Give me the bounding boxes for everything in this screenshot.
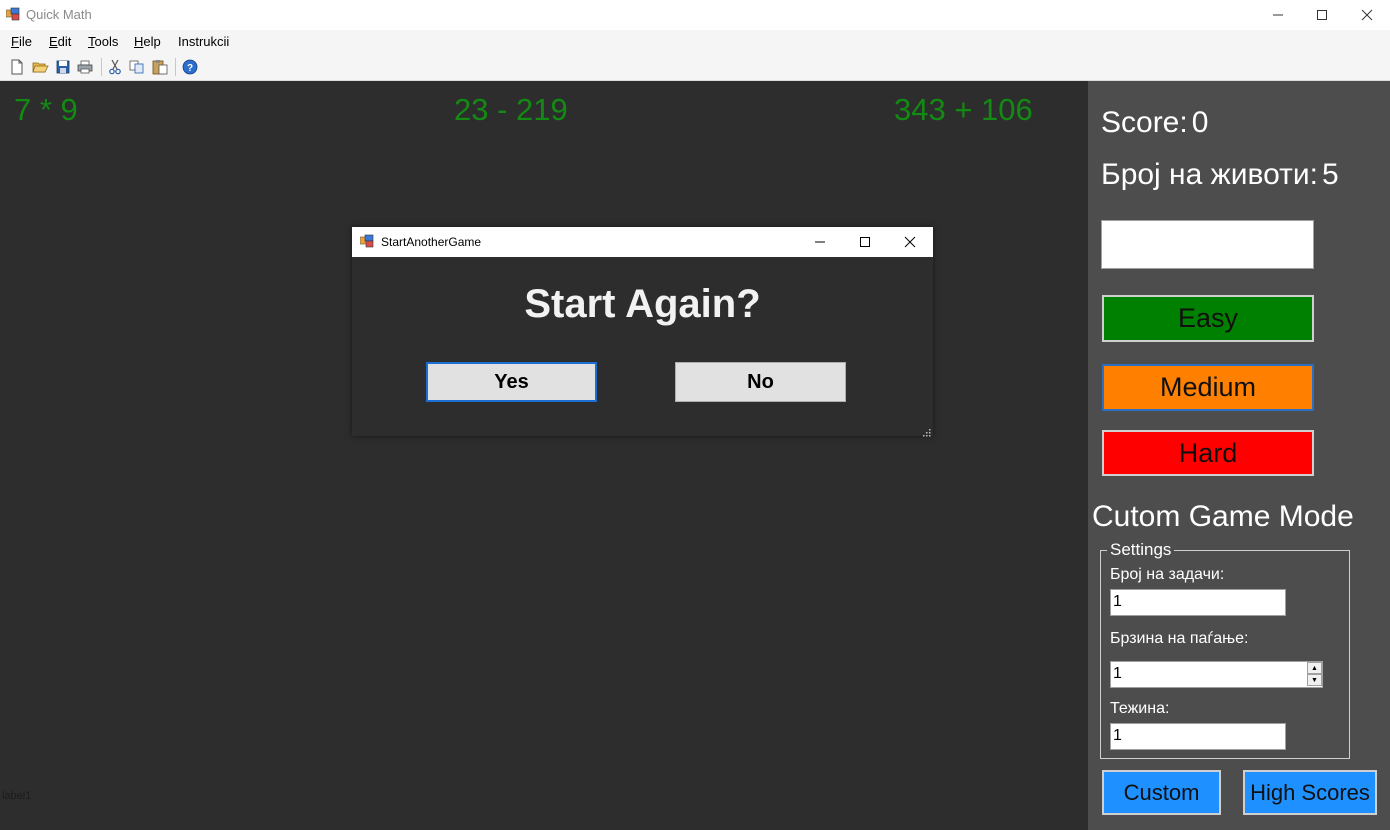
no-button[interactable]: No <box>675 362 846 402</box>
paste-icon[interactable] <box>151 58 169 76</box>
dialog-maximize-button[interactable] <box>842 227 887 257</box>
dialog-minimize-button[interactable] <box>797 227 842 257</box>
menu-edit[interactable]: Edit <box>49 34 71 49</box>
menu-instrukcii[interactable]: Instrukcii <box>178 34 229 49</box>
game-area <box>0 81 1088 830</box>
minimize-button[interactable] <box>1255 0 1301 30</box>
easy-button[interactable]: Easy <box>1102 295 1314 342</box>
stepper-up-icon[interactable]: ▲ <box>1307 662 1322 674</box>
toolbar <box>0 54 1390 81</box>
fall-speed-stepper[interactable]: 1 <box>1110 661 1323 688</box>
status-label: label1 <box>2 790 32 802</box>
cut-icon[interactable] <box>106 58 124 76</box>
tasks-count-input[interactable]: 1 <box>1110 589 1286 616</box>
maximize-icon <box>1317 10 1327 20</box>
start-another-game-dialog <box>352 227 933 436</box>
minimize-icon <box>814 241 825 243</box>
menu-help[interactable]: Help <box>134 34 161 49</box>
math-problem: 7 * 9 <box>14 92 78 127</box>
medium-button[interactable]: Medium <box>1102 364 1314 411</box>
stepper-down-icon[interactable]: ▼ <box>1307 674 1322 686</box>
dialog-title: StartAnotherGame <box>381 235 482 249</box>
lives-value: 5 <box>1321 158 1339 191</box>
lives-label: Број на животи: <box>1101 158 1318 191</box>
answer-input[interactable] <box>1101 220 1314 269</box>
new-file-icon[interactable] <box>8 58 26 76</box>
tasks-count-label: Број на задачи: <box>1110 566 1225 583</box>
score-label: Score: <box>1101 106 1188 139</box>
close-icon <box>904 236 915 248</box>
dialog-app-icon <box>359 234 374 248</box>
toolbar-separator <box>101 58 102 76</box>
maximize-icon <box>859 237 870 247</box>
dialog-heading: Start Again? <box>524 282 761 326</box>
copy-icon[interactable] <box>128 58 146 76</box>
minimize-icon <box>1273 14 1283 16</box>
window-title: Quick Math <box>26 7 92 22</box>
dialog-close-button[interactable] <box>887 227 932 257</box>
maximize-button[interactable] <box>1299 0 1345 30</box>
open-folder-icon[interactable] <box>31 58 49 76</box>
math-problem: 343 + 106 <box>894 92 1033 127</box>
close-button[interactable] <box>1344 0 1390 30</box>
title-bar <box>0 0 1390 30</box>
lives-display: Број на животи: 5 <box>1101 158 1339 192</box>
help-icon[interactable]: ? <box>181 58 199 76</box>
custom-button[interactable]: Custom <box>1102 770 1221 815</box>
save-icon[interactable] <box>54 58 72 76</box>
print-icon[interactable] <box>76 58 94 76</box>
difficulty-input[interactable]: 1 <box>1110 723 1286 750</box>
toolbar-separator <box>175 58 176 76</box>
hard-button[interactable]: Hard <box>1102 430 1314 476</box>
high-scores-button[interactable]: High Scores <box>1243 770 1377 815</box>
fall-speed-label: Брзина на паѓање: <box>1110 630 1249 647</box>
menu-tools[interactable]: Tools <box>88 34 118 49</box>
custom-game-mode-title: Cutom Game Mode <box>1092 500 1354 533</box>
resize-grip-icon[interactable] <box>922 424 931 437</box>
score-display: Score: 0 <box>1101 106 1208 140</box>
yes-button[interactable]: Yes <box>426 362 597 402</box>
app-icon <box>5 7 20 21</box>
score-value: 0 <box>1191 106 1209 139</box>
close-icon <box>1361 9 1373 21</box>
math-problem: 23 - 219 <box>454 92 568 127</box>
svg-text:?: ? <box>187 63 193 74</box>
menu-file[interactable]: File <box>11 34 32 49</box>
settings-legend: Settings <box>1107 540 1175 560</box>
difficulty-label: Тежина: <box>1110 700 1170 717</box>
